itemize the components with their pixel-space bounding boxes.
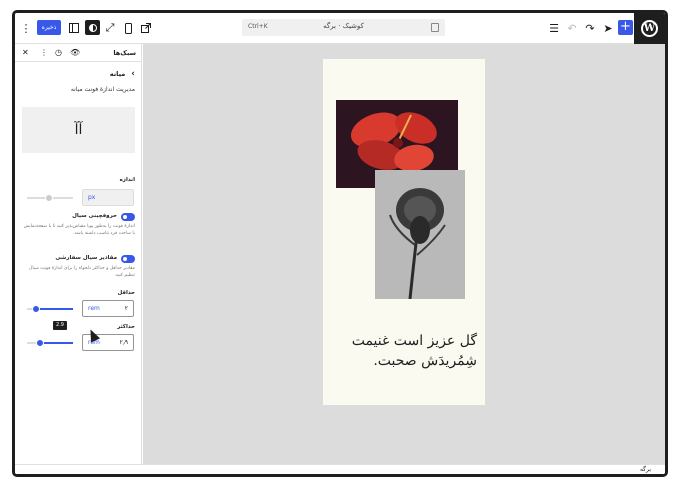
size-placeholder: px xyxy=(88,194,96,201)
panel-description: مدیریت اندازهٔ فونت میانه xyxy=(70,86,135,93)
poem-text[interactable]: گل عزیز است غنیمت شِمُریدَش صحبت. xyxy=(331,331,477,371)
fluid-help: اندازهٔ فونت را به‌طور پویا مقیاس‌پذیر ک… xyxy=(23,224,135,236)
size-slider[interactable] xyxy=(27,194,73,202)
fluid-toggle-knob xyxy=(123,215,127,219)
min-value: ۲ xyxy=(124,305,128,312)
poem-line-1: گل عزیز است غنیمت xyxy=(351,333,477,349)
editor-canvas: گل عزیز است غنیمت شِمُریدَش صحبت. xyxy=(143,44,665,464)
custom-fluid-toggle[interactable] xyxy=(121,255,135,263)
footer-bar: برگه xyxy=(15,464,665,474)
external-link-icon[interactable] xyxy=(139,21,153,35)
min-slider[interactable] xyxy=(27,305,73,313)
custom-fluid-toggle-knob xyxy=(123,257,127,261)
min-slider-fill xyxy=(36,308,73,310)
poem-line-2: شِمُریدَش صحبت. xyxy=(373,353,477,369)
thistle-image[interactable] xyxy=(375,170,465,299)
custom-fluid-label: مقادیر سیال سفارشی xyxy=(55,255,117,261)
save-button[interactable]: ذخیره xyxy=(37,20,61,35)
revisions-icon[interactable]: ◷ xyxy=(55,48,62,57)
options-icon[interactable]: ⋮ xyxy=(19,21,33,35)
max-slider-thumb[interactable] xyxy=(36,339,44,347)
styles-sidebar: سبک‌ها 👁 ◷ ⋮ ✕ › میانه مدیریت اندازهٔ فون… xyxy=(15,44,142,464)
undo-icon[interactable]: ↶ xyxy=(565,21,579,35)
custom-fluid-help: مقادیر حداقل و حداکثر دلخواه را برای اند… xyxy=(29,266,135,278)
select-tool-icon[interactable]: ➤ xyxy=(601,21,615,35)
add-block-button[interactable]: + xyxy=(618,20,633,35)
max-slider-fill xyxy=(40,342,73,344)
styles-button[interactable] xyxy=(85,20,100,35)
page-icon xyxy=(431,23,439,32)
preview-eye-icon[interactable]: 👁 xyxy=(70,48,80,57)
sidebar-header: سبک‌ها 👁 ◷ ⋮ ✕ xyxy=(15,44,142,62)
max-slider[interactable] xyxy=(27,339,73,347)
more-options-icon[interactable]: ⋮ xyxy=(40,48,48,57)
font-size-preview: آآ xyxy=(22,107,135,153)
sidebar-title: سبک‌ها xyxy=(113,49,136,57)
min-input[interactable]: ۲ rem xyxy=(82,300,134,317)
max-value: ۲٫۹ xyxy=(119,339,128,346)
back-navigation[interactable]: › میانه xyxy=(110,69,135,79)
list-view-icon[interactable]: ☰ xyxy=(547,21,561,35)
redo-icon[interactable]: ↷ xyxy=(583,21,597,35)
size-input[interactable]: px xyxy=(82,189,134,206)
max-label: حداکثر xyxy=(117,324,135,330)
top-toolbar: ⋮ ذخیره ⤢ Ctrl+K کوشیک · برگه ☰ ↶ ↷ ➤ + … xyxy=(15,13,665,44)
fullscreen-icon[interactable]: ⤢ xyxy=(103,21,117,35)
min-slider-thumb[interactable] xyxy=(32,305,40,313)
wordpress-logo-button[interactable]: W xyxy=(634,13,665,44)
size-label: اندازه xyxy=(119,177,135,183)
breadcrumb[interactable]: برگه xyxy=(640,466,651,473)
fluid-toggle[interactable] xyxy=(121,213,135,221)
size-slider-thumb[interactable] xyxy=(45,194,53,202)
sidebar-toggle-icon[interactable] xyxy=(67,21,81,35)
min-label: حداقل xyxy=(117,290,135,296)
mobile-preview-icon[interactable] xyxy=(121,21,135,35)
slider-tooltip: 2.9 xyxy=(53,321,67,330)
document-title: کوشیک · برگه xyxy=(323,22,364,30)
fluid-label: حروفچینی سیال xyxy=(72,213,117,219)
back-label: میانه xyxy=(109,70,126,78)
editor-window: ⋮ ذخیره ⤢ Ctrl+K کوشیک · برگه ☰ ↶ ↷ ➤ + … xyxy=(12,10,668,477)
close-icon[interactable]: ✕ xyxy=(22,48,29,57)
chevron-right-icon: › xyxy=(131,69,135,79)
min-unit[interactable]: rem xyxy=(88,305,100,312)
page-preview: گل عزیز است غنیمت شِمُریدَش صحبت. xyxy=(323,59,485,405)
command-palette-bar[interactable]: Ctrl+K کوشیک · برگه xyxy=(242,19,445,36)
wordpress-icon: W xyxy=(641,20,658,37)
contrast-icon xyxy=(88,23,97,32)
